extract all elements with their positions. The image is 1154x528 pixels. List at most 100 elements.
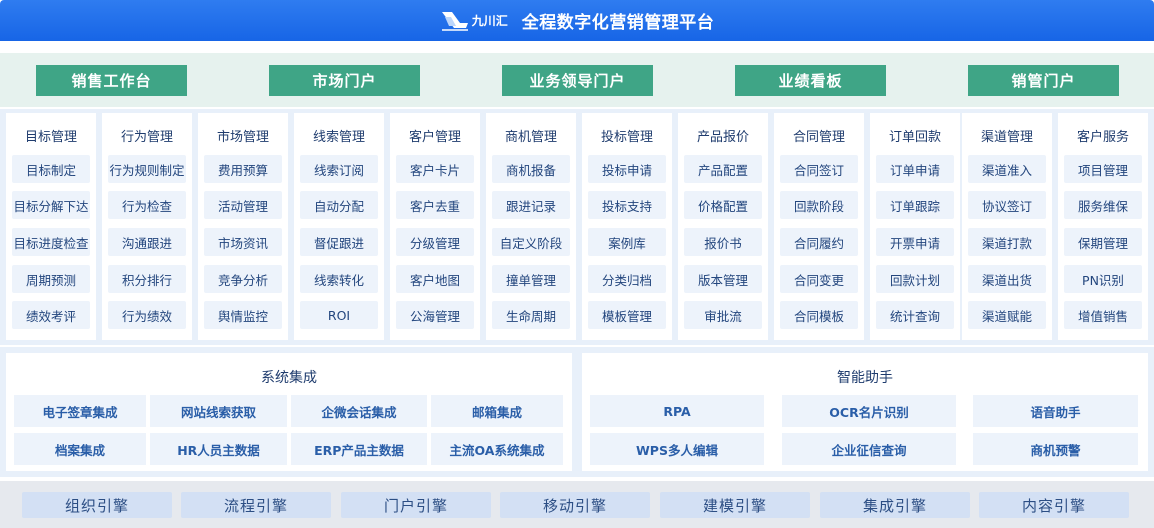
engine-modeling[interactable]: 建模引擎: [660, 492, 810, 518]
module-item[interactable]: 行为绩效: [108, 301, 186, 329]
module-item[interactable]: 沟通跟进: [108, 228, 186, 256]
module-item[interactable]: 舆情监控: [204, 301, 282, 329]
module-item[interactable]: 行为规则制定: [108, 155, 186, 183]
module-item[interactable]: 价格配置: [684, 191, 762, 219]
module-item[interactable]: 订单跟踪: [876, 191, 954, 219]
module-item[interactable]: 回款计划: [876, 265, 954, 293]
module-item[interactable]: 活动管理: [204, 191, 282, 219]
module-item[interactable]: 回款阶段: [780, 191, 858, 219]
module-item[interactable]: 跟进记录: [492, 191, 570, 219]
module-item[interactable]: 目标分解下达: [12, 191, 90, 219]
module-item[interactable]: 撞单管理: [492, 265, 570, 293]
module-item[interactable]: 生命周期: [492, 301, 570, 329]
integration-item[interactable]: HR人员主数据: [150, 433, 287, 465]
engine-content[interactable]: 内容引擎: [979, 492, 1129, 518]
module-item[interactable]: 合同履约: [780, 228, 858, 256]
logo-icon: [441, 11, 468, 31]
assistant-item[interactable]: 语音助手: [973, 395, 1138, 427]
module-item[interactable]: 协议签订: [968, 191, 1046, 219]
module-title: 订单回款: [888, 130, 941, 145]
module-item[interactable]: 行为检查: [108, 191, 186, 219]
integration-band: 系统集成 电子签章集成 网站线索获取 企微会话集成 邮箱集成 档案集成 HR人员…: [0, 347, 1154, 477]
integration-item[interactable]: 企微会话集成: [291, 395, 427, 427]
module-item[interactable]: 报价书: [684, 228, 762, 256]
module-item[interactable]: 增值销售: [1064, 301, 1142, 329]
module-item[interactable]: 分类归档: [588, 265, 666, 293]
module-item[interactable]: 周期预测: [12, 265, 90, 293]
module-item[interactable]: 公海管理: [396, 301, 474, 329]
module-item[interactable]: 目标进度检查: [12, 228, 90, 256]
module-item[interactable]: 版本管理: [684, 265, 762, 293]
assistant-item[interactable]: WPS多人编辑: [590, 433, 764, 465]
module-title: 线索管理: [312, 130, 365, 145]
module-item[interactable]: 合同签订: [780, 155, 858, 183]
module-item[interactable]: 竞争分析: [204, 265, 282, 293]
module-item[interactable]: 案例库: [588, 228, 666, 256]
engine-integration[interactable]: 集成引擎: [820, 492, 970, 518]
portal-sales-workbench-button[interactable]: 销售工作台: [36, 65, 187, 96]
module-item[interactable]: 开票申请: [876, 228, 954, 256]
module-item[interactable]: 客户去重: [396, 191, 474, 219]
module-item[interactable]: 渠道准入: [968, 155, 1046, 183]
module-item[interactable]: 模板管理: [588, 301, 666, 329]
module-item[interactable]: 分级管理: [396, 228, 474, 256]
module-item[interactable]: 商机报备: [492, 155, 570, 183]
module-item[interactable]: 投标申请: [588, 155, 666, 183]
module-item[interactable]: 目标制定: [12, 155, 90, 183]
system-integration-panel: 系统集成 电子签章集成 网站线索获取 企微会话集成 邮箱集成 档案集成 HR人员…: [6, 353, 572, 471]
engine-mobile[interactable]: 移动引擎: [500, 492, 650, 518]
module-item[interactable]: 投标支持: [588, 191, 666, 219]
module-item[interactable]: 线索订阅: [300, 155, 378, 183]
engine-process[interactable]: 流程引擎: [181, 492, 331, 518]
assistant-item[interactable]: OCR名片识别: [782, 395, 956, 427]
module-item[interactable]: 订单申请: [876, 155, 954, 183]
module-title: 行为管理: [120, 130, 173, 145]
module-item[interactable]: 积分排行: [108, 265, 186, 293]
engine-organization[interactable]: 组织引擎: [22, 492, 172, 518]
module-column: 产品报价 产品配置 价格配置 报价书 版本管理 审批流: [678, 113, 768, 340]
header-bar: 九川汇 全程数字化营销管理平台: [0, 0, 1154, 41]
module-item[interactable]: 线索转化: [300, 265, 378, 293]
module-item[interactable]: PN识别: [1064, 265, 1142, 293]
portal-performance-board-button[interactable]: 业绩看板: [735, 65, 886, 96]
module-item[interactable]: 市场资讯: [204, 228, 282, 256]
module-item[interactable]: 审批流: [684, 301, 762, 329]
assistant-item[interactable]: 商机预警: [973, 433, 1138, 465]
engine-band: 组织引擎 流程引擎 门户引擎 移动引擎 建模引擎 集成引擎 内容引擎: [0, 481, 1154, 528]
module-item[interactable]: 服务维保: [1064, 191, 1142, 219]
portal-market-button[interactable]: 市场门户: [269, 65, 420, 96]
module-title: 客户管理: [408, 130, 461, 145]
module-item[interactable]: 客户地图: [396, 265, 474, 293]
module-item[interactable]: 渠道出货: [968, 265, 1046, 293]
module-item[interactable]: 费用预算: [204, 155, 282, 183]
integration-item[interactable]: 邮箱集成: [431, 395, 563, 427]
assistant-item[interactable]: 企业征信查询: [782, 433, 956, 465]
module-item[interactable]: 合同模板: [780, 301, 858, 329]
module-item[interactable]: 客户卡片: [396, 155, 474, 183]
assistant-item[interactable]: RPA: [590, 395, 764, 427]
module-item[interactable]: 产品配置: [684, 155, 762, 183]
module-item[interactable]: 自动分配: [300, 191, 378, 219]
module-item[interactable]: 项目管理: [1064, 155, 1142, 183]
engine-portal[interactable]: 门户引擎: [341, 492, 491, 518]
integration-item[interactable]: 档案集成: [14, 433, 146, 465]
system-integration-title: 系统集成: [261, 370, 317, 386]
integration-item[interactable]: ERP产品主数据: [291, 433, 427, 465]
module-item[interactable]: 渠道打款: [968, 228, 1046, 256]
module-item[interactable]: 绩效考评: [12, 301, 90, 329]
integration-item[interactable]: 网站线索获取: [150, 395, 287, 427]
smart-assistant-title: 智能助手: [837, 370, 893, 386]
module-item[interactable]: 统计查询: [876, 301, 954, 329]
portal-sales-management-button[interactable]: 销管门户: [968, 65, 1119, 96]
module-item[interactable]: 自定义阶段: [492, 228, 570, 256]
module-item[interactable]: ROI: [300, 301, 378, 329]
integration-item[interactable]: 电子签章集成: [14, 395, 146, 427]
module-item[interactable]: 渠道赋能: [968, 301, 1046, 329]
integration-item[interactable]: 主流OA系统集成: [431, 433, 563, 465]
module-item[interactable]: 保期管理: [1064, 228, 1142, 256]
portal-business-leader-button[interactable]: 业务领导门户: [502, 65, 653, 96]
module-item[interactable]: 督促跟进: [300, 228, 378, 256]
module-item[interactable]: 合同变更: [780, 265, 858, 293]
portal-band: 销售工作台 市场门户 业务领导门户 业绩看板 销管门户: [0, 53, 1154, 107]
module-title: 目标管理: [24, 130, 77, 145]
